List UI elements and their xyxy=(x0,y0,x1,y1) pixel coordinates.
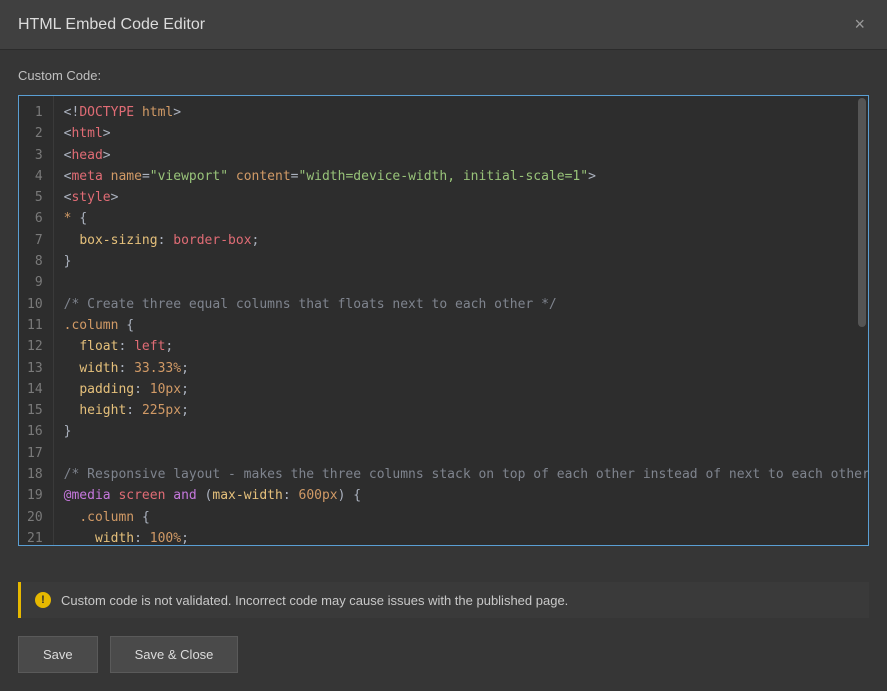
code-line[interactable]: padding: 10px; xyxy=(64,379,858,400)
modal-body: Custom Code: 123456789101112131415161718… xyxy=(0,50,887,564)
line-number: 1 xyxy=(27,102,43,123)
code-line[interactable]: <meta name="viewport" content="width=dev… xyxy=(64,166,858,187)
code-editor[interactable]: 1234567891011121314151617181920212223 <!… xyxy=(18,95,869,546)
line-number: 13 xyxy=(27,358,43,379)
modal-title: HTML Embed Code Editor xyxy=(18,16,205,34)
code-line[interactable]: .column { xyxy=(64,507,858,528)
code-line[interactable] xyxy=(64,272,858,293)
code-line[interactable]: * { xyxy=(64,208,858,229)
code-line[interactable]: /* Responsive layout - makes the three c… xyxy=(64,464,858,485)
code-line[interactable]: <html> xyxy=(64,123,858,144)
warning-icon: ! xyxy=(35,592,51,608)
code-line[interactable]: <head> xyxy=(64,145,858,166)
modal-header: HTML Embed Code Editor × xyxy=(0,0,887,50)
scrollbar[interactable] xyxy=(858,98,866,367)
line-number: 20 xyxy=(27,507,43,528)
line-number: 4 xyxy=(27,166,43,187)
line-number: 14 xyxy=(27,379,43,400)
code-textarea[interactable]: <!DOCTYPE html><html><head><meta name="v… xyxy=(54,96,868,545)
code-line[interactable]: height: 225px; xyxy=(64,400,858,421)
code-label: Custom Code: xyxy=(18,68,869,83)
line-number: 12 xyxy=(27,336,43,357)
code-line[interactable]: } xyxy=(64,251,858,272)
code-line[interactable]: box-sizing: border-box; xyxy=(64,230,858,251)
line-number: 8 xyxy=(27,251,43,272)
warning-banner: ! Custom code is not validated. Incorrec… xyxy=(18,582,869,618)
line-number: 7 xyxy=(27,230,43,251)
code-line[interactable]: /* Create three equal columns that float… xyxy=(64,294,858,315)
code-line[interactable]: @media screen and (max-width: 600px) { xyxy=(64,485,858,506)
save-button[interactable]: Save xyxy=(18,636,98,673)
code-line[interactable]: .column { xyxy=(64,315,858,336)
warning-text: Custom code is not validated. Incorrect … xyxy=(61,593,568,608)
code-editor-modal: HTML Embed Code Editor × Custom Code: 12… xyxy=(0,0,887,691)
code-line[interactable]: <style> xyxy=(64,187,858,208)
code-line[interactable]: float: left; xyxy=(64,336,858,357)
code-line[interactable] xyxy=(64,443,858,464)
scrollbar-thumb[interactable] xyxy=(858,98,866,327)
line-number: 10 xyxy=(27,294,43,315)
modal-footer: Save Save & Close xyxy=(0,618,887,691)
line-number: 16 xyxy=(27,421,43,442)
code-line[interactable]: width: 33.33%; xyxy=(64,358,858,379)
line-number: 9 xyxy=(27,272,43,293)
line-number: 19 xyxy=(27,485,43,506)
line-number: 2 xyxy=(27,123,43,144)
line-number: 15 xyxy=(27,400,43,421)
close-button[interactable]: × xyxy=(850,14,869,35)
line-number: 6 xyxy=(27,208,43,229)
line-number: 3 xyxy=(27,145,43,166)
code-line[interactable]: <!DOCTYPE html> xyxy=(64,102,858,123)
line-gutter: 1234567891011121314151617181920212223 xyxy=(19,96,54,545)
close-icon: × xyxy=(854,14,865,34)
line-number: 17 xyxy=(27,443,43,464)
line-number: 11 xyxy=(27,315,43,336)
code-line[interactable]: width: 100%; xyxy=(64,528,858,545)
line-number: 18 xyxy=(27,464,43,485)
code-line[interactable]: } xyxy=(64,421,858,442)
save-close-button[interactable]: Save & Close xyxy=(110,636,239,673)
line-number: 5 xyxy=(27,187,43,208)
line-number: 21 xyxy=(27,528,43,546)
